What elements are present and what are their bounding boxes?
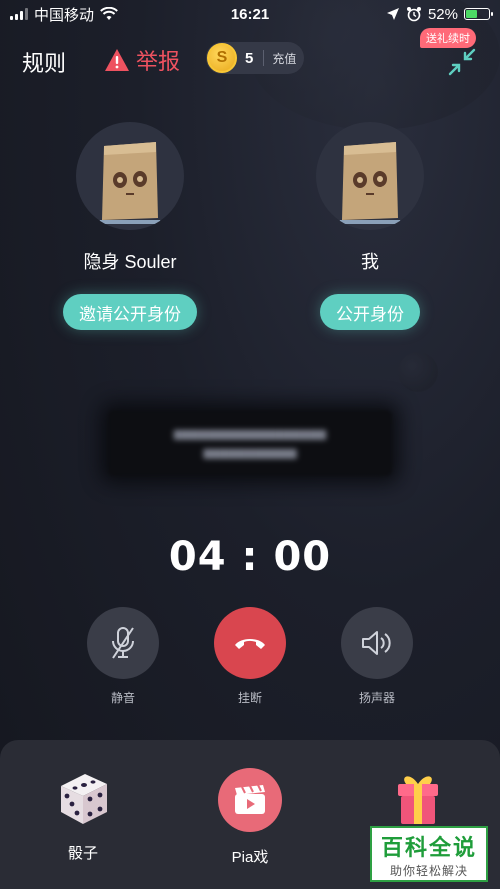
- dice-icon: [61, 774, 107, 824]
- reveal-identity-button[interactable]: 公开身份: [320, 294, 420, 330]
- remote-user-card: 隐身 Souler 邀请公开身份: [60, 122, 200, 330]
- hangup-label: 挂断: [237, 691, 262, 705]
- mute-button[interactable]: [87, 607, 159, 679]
- watermark-subtitle: 助你轻松解决: [389, 863, 468, 878]
- remote-user-name: 隐身 Souler: [83, 252, 177, 272]
- paper-bag-avatar-icon: [98, 142, 162, 224]
- speaker-label: 扬声器: [358, 691, 395, 705]
- timer-separator: :: [241, 534, 259, 580]
- self-user-name: 我: [361, 252, 379, 272]
- location-icon: [386, 8, 399, 20]
- coin-icon: S: [207, 43, 237, 73]
- rules-link[interactable]: 规则: [22, 46, 66, 78]
- battery-icon: [464, 8, 493, 20]
- alarm-icon: [406, 7, 421, 22]
- pia-tool[interactable]: Pia戏: [200, 768, 300, 867]
- signal-icon: [10, 8, 28, 20]
- avatar[interactable]: [316, 122, 424, 230]
- report-button[interactable]: 举报: [104, 44, 180, 76]
- carrier-label: 中国移动: [34, 6, 95, 24]
- microphone-muted-icon: [112, 627, 134, 659]
- recharge-button[interactable]: 充值: [272, 50, 296, 67]
- hangup-control: 挂断: [205, 607, 295, 706]
- status-time: 16:21: [230, 5, 270, 23]
- divider: [263, 50, 265, 66]
- gift-tool[interactable]: [368, 768, 468, 828]
- pia-icon-wrap: [218, 768, 282, 832]
- paper-bag-avatar-icon: [338, 142, 402, 224]
- timer-seconds: 00: [273, 534, 332, 580]
- avatar[interactable]: [76, 122, 184, 230]
- gift-box-icon: [398, 776, 438, 824]
- coin-balance: S 5 充值: [206, 42, 304, 74]
- dice-label: 骰子: [67, 845, 98, 862]
- mute-control: 静音: [78, 607, 168, 706]
- clapperboard-icon: [235, 784, 265, 814]
- hangup-phone-icon: [235, 639, 265, 649]
- speaker-icon: [362, 631, 391, 655]
- pia-label: Pia戏: [231, 849, 269, 866]
- battery-percent: 52%: [427, 5, 458, 23]
- gift-badge: 送礼续时: [420, 28, 476, 48]
- minimize-icon[interactable]: [446, 46, 478, 78]
- coin-count: 5: [245, 49, 254, 67]
- dice-tool[interactable]: 骰子: [33, 768, 133, 863]
- hangup-button[interactable]: [214, 607, 286, 679]
- invite-reveal-button[interactable]: 邀请公开身份: [63, 294, 197, 330]
- call-timer: 04 : 00: [0, 534, 500, 580]
- speaker-control: 扬声器: [332, 607, 422, 706]
- speaker-button[interactable]: [341, 607, 413, 679]
- mute-label: 静音: [110, 691, 135, 705]
- report-label: 举报: [136, 49, 181, 74]
- warning-icon: [105, 49, 129, 71]
- status-bar: 中国移动 16:21 52%: [0, 0, 500, 28]
- timer-minutes: 04: [168, 534, 227, 580]
- wifi-icon: [100, 7, 118, 20]
- self-user-card: 我 公开身份: [300, 122, 440, 330]
- watermark-logo: 百科全说 助你轻松解决: [370, 826, 488, 882]
- watermark-title: 百科全说: [380, 834, 477, 860]
- blurred-message-banner: ▆▆▆▆▆▆▆▆▆▆▆▆▆▆▆▆▆▆ ▆▆▆▆▆▆▆▆▆▆▆: [108, 410, 392, 476]
- background-planet-small: [398, 352, 438, 392]
